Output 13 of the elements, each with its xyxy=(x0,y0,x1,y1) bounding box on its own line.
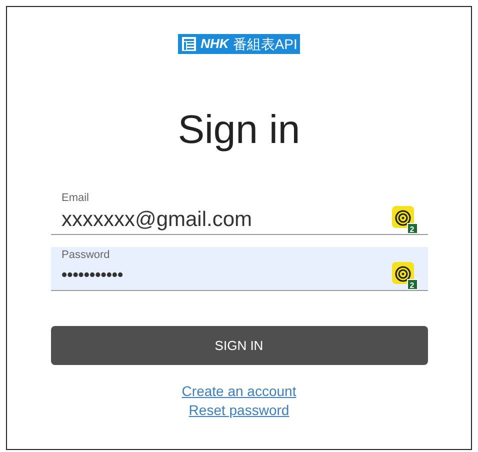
field-value: xxxxxxx@gmail.com xyxy=(62,206,254,232)
link[interactable]: Reset password xyxy=(188,401,290,420)
logo-brand: NHK xyxy=(200,35,229,54)
field-value: ••••••••••• xyxy=(62,266,124,286)
page-title: Sign in xyxy=(178,107,300,154)
field-label: Password xyxy=(62,248,111,262)
password-field[interactable]: Password ••••••••••• 2 xyxy=(50,246,428,291)
count-badge: 2 xyxy=(406,279,418,290)
field-label: Email xyxy=(62,191,90,206)
sign-in-button[interactable]: SIGN IN xyxy=(50,326,428,365)
email-field[interactable]: Email xxxxxxx@gmail.com 2 xyxy=(50,190,428,234)
link[interactable]: Create an account xyxy=(182,382,296,401)
logo-text: 番組表API xyxy=(232,34,298,54)
